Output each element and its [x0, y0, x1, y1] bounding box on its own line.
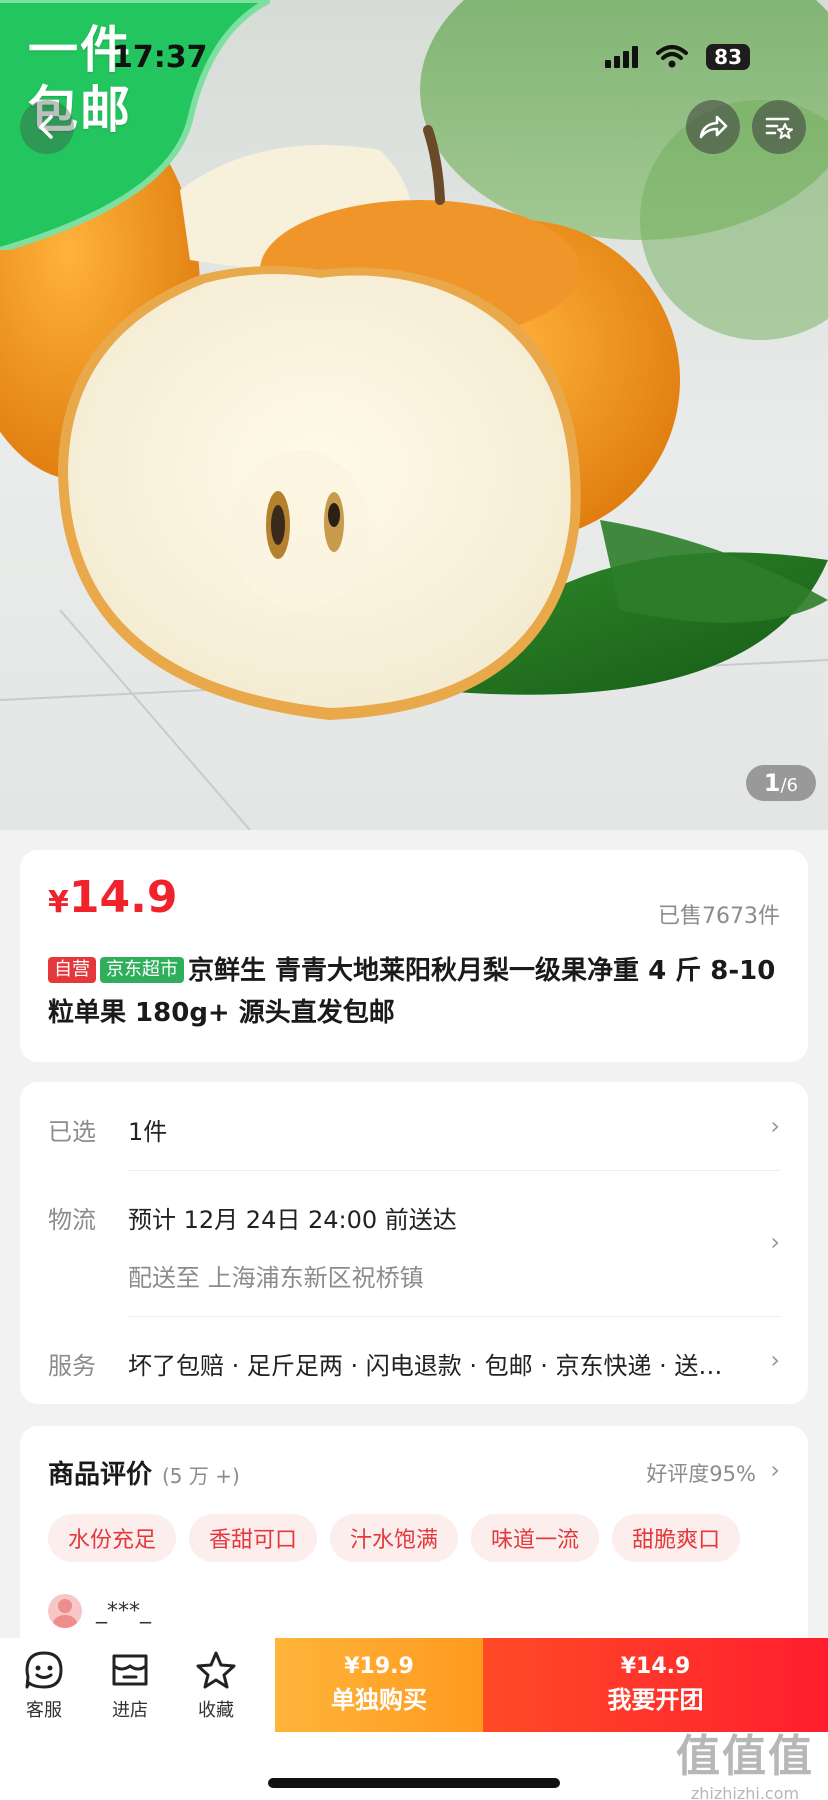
avatar [48, 1594, 82, 1628]
chevron-right-icon: › [770, 1228, 780, 1256]
review-title: 商品评价 [48, 1460, 153, 1490]
solo-price: ¥19.9 [344, 1654, 414, 1679]
reviewer-name: _***_ [96, 1598, 151, 1624]
battery-indicator: 83 [706, 44, 750, 70]
store-icon [112, 1654, 148, 1686]
share-button[interactable] [686, 100, 740, 154]
watermark-logo: 值值值 [676, 1731, 814, 1782]
service-value: 坏了包赔 · 足斤足两 · 闪电退款 · 包邮 · 京东快递 · 送… [128, 1352, 723, 1380]
logistics-label: 物流 [48, 1206, 96, 1234]
price: ¥14.9 [48, 872, 177, 923]
divider [128, 1170, 780, 1171]
selected-label: 已选 [48, 1118, 96, 1146]
solo-label: 单独购买 [331, 1686, 427, 1714]
shop-button[interactable]: 进店 [88, 1650, 172, 1722]
favorite-label: 收藏 [198, 1700, 234, 1721]
customer-service-label: 客服 [26, 1700, 62, 1721]
image-pager: 1/6 [745, 765, 816, 801]
review-chip[interactable]: 香甜可口 [189, 1514, 318, 1562]
group-label: 我要开团 [607, 1686, 704, 1714]
chevron-right-icon: › [770, 1112, 780, 1140]
service-row[interactable]: 服务 坏了包赔 · 足斤足两 · 闪电退款 · 包邮 · 京东快递 · 送… › [48, 1346, 780, 1386]
currency-symbol: ¥ [48, 885, 69, 920]
more-menu-button[interactable] [752, 100, 806, 154]
review-count: (5 万 +) [162, 1464, 240, 1488]
chevron-right-icon: › [770, 1346, 780, 1374]
price-card: ¥14.9 已售7673件 自营 京东超市 京鲜生 青青大地莱阳秋月梨一级果净重 4… [20, 850, 808, 1062]
group-price: ¥14.9 [620, 1654, 691, 1679]
home-indicator[interactable] [268, 1778, 560, 1788]
start-group-buy-button[interactable]: ¥14.9 我要开团 [483, 1638, 828, 1732]
review-chip[interactable]: 汁水饱满 [330, 1514, 459, 1562]
reviewer: _***_ [48, 1594, 151, 1628]
wifi-icon [656, 45, 689, 68]
smile-chat-icon [25, 1651, 63, 1689]
shop-label: 进店 [112, 1700, 148, 1721]
pager-total: /6 [780, 775, 798, 796]
sold-count: 已售7673件 [658, 904, 780, 929]
self-operated-tag: 自营 [48, 957, 96, 983]
signal-icon [605, 46, 639, 68]
logistics-row[interactable]: 物流 预计 12月 24日 24:00 前送达 配送至 上海浦东新区祝桥镇 › [48, 1200, 780, 1300]
selected-value: 1件 [128, 1118, 168, 1146]
product-image-carousel[interactable]: 一件 包邮 17:37 83 1/6 [0, 0, 828, 830]
watermark-url: zhizhizhi.com [690, 1784, 800, 1800]
pager-current: 1 [763, 769, 781, 797]
review-card[interactable]: 商品评价 (5 万 +) 好评度95% › 水份充足 香甜可口 汁水饱满 味道一… [20, 1426, 808, 1666]
site-watermark: 值值值 zhizhizhi.com [676, 1720, 814, 1800]
buy-alone-button[interactable]: ¥19.9 单独购买 [275, 1638, 483, 1732]
review-chip-list: 水份充足 香甜可口 汁水饱满 味道一流 甜脆爽口 [48, 1514, 741, 1562]
purchase-info-card: 已选 1件 › 物流 预计 12月 24日 24:00 前送达 配送至 上海浦东… [20, 1082, 808, 1404]
supermarket-tag: 京东超市 [100, 957, 184, 983]
list-star-icon [765, 117, 793, 139]
favorite-button[interactable]: 收藏 [174, 1650, 258, 1722]
positive-rating[interactable]: 好评度95% [646, 1458, 756, 1488]
back-button[interactable] [20, 100, 74, 154]
status-time: 17:37 [112, 40, 208, 75]
review-chip[interactable]: 水份充足 [48, 1514, 177, 1562]
share-icon [699, 115, 728, 139]
chevron-left-icon [39, 115, 53, 139]
delivery-estimate: 预计 12月 24日 24:00 前送达 [128, 1206, 457, 1234]
status-icons: 83 [605, 44, 750, 70]
chevron-right-icon: › [770, 1456, 780, 1484]
divider [128, 1316, 780, 1317]
delivery-address: 配送至 上海浦东新区祝桥镇 [128, 1264, 424, 1292]
customer-service-button[interactable]: 客服 [2, 1650, 86, 1722]
product-title: 自营 京东超市 京鲜生 青青大地莱阳秋月梨一级果净重 4 斤 8-10 粒单果 18… [48, 950, 788, 1034]
selected-row[interactable]: 已选 1件 › [48, 1112, 780, 1152]
service-label: 服务 [48, 1352, 96, 1380]
review-chip[interactable]: 甜脆爽口 [612, 1514, 741, 1562]
price-value: 14.9 [68, 872, 178, 923]
star-icon [196, 1651, 236, 1689]
review-chip[interactable]: 味道一流 [471, 1514, 600, 1562]
